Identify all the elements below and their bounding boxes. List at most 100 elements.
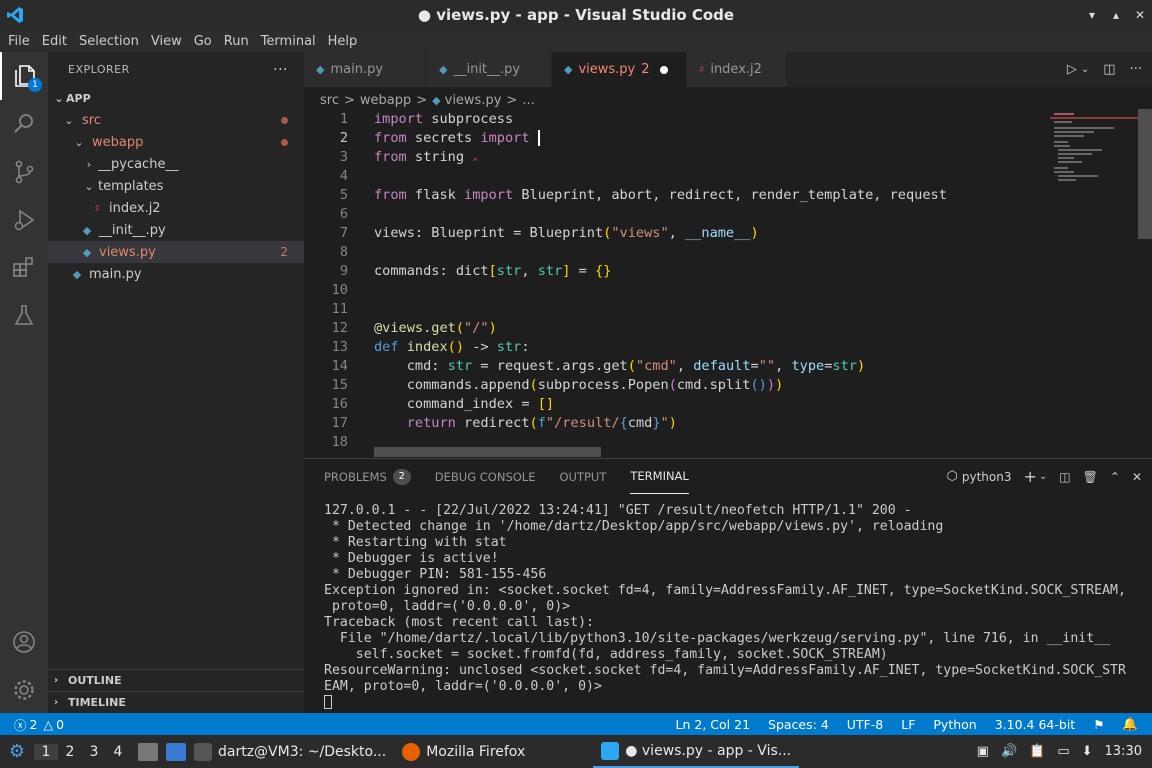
minimize-icon[interactable]: ▾: [1080, 8, 1104, 22]
tree-item-label: __pycache__: [98, 156, 179, 172]
breadcrumb-src[interactable]: src: [320, 93, 339, 108]
menu-view[interactable]: View: [145, 34, 188, 49]
feedback-icon[interactable]: ⚑: [1093, 717, 1104, 732]
maximize-panel-icon[interactable]: ⌃: [1110, 470, 1120, 484]
python-interpreter[interactable]: 3.10.4 64-bit: [995, 717, 1075, 732]
tree-item-init-py[interactable]: ◆ __init__.py: [48, 219, 304, 241]
tree-item-views-py[interactable]: ◆ views.py 2: [48, 241, 304, 263]
chevron-down-icon: ⌄: [74, 135, 84, 149]
outline-section[interactable]: › OUTLINE: [48, 669, 304, 691]
tree-item-label: templates: [98, 178, 164, 194]
breadcrumb-webapp[interactable]: webapp: [360, 93, 411, 108]
workspace-3[interactable]: 3: [82, 744, 106, 760]
terminal-name[interactable]: python3: [962, 470, 1012, 484]
close-window-icon[interactable]: ✕: [1128, 8, 1152, 22]
breadcrumb-file[interactable]: views.py: [445, 93, 502, 108]
tab-views-py[interactable]: ◆ views.py 2: [552, 52, 687, 87]
tab-debug-console[interactable]: DEBUG CONSOLE: [435, 459, 536, 494]
terminal-output[interactable]: 127.0.0.1 - - [22/Jul/2022 13:24:41] "GE…: [324, 503, 1144, 711]
trash-icon[interactable]: 🗑: [1083, 470, 1098, 484]
files-app-icon[interactable]: [138, 742, 158, 761]
menu-run[interactable]: Run: [218, 34, 255, 49]
tree-item-index-j2[interactable]: ♯ index.j2: [48, 197, 304, 219]
root-label: APP: [66, 91, 91, 105]
accounts-activity[interactable]: [0, 618, 48, 666]
notifications-icon[interactable]: 🔔: [1122, 716, 1138, 732]
search-activity[interactable]: [0, 100, 48, 148]
menu-help[interactable]: Help: [322, 34, 364, 49]
tray-app-icon[interactable]: ▣: [977, 744, 989, 759]
explorer-activity[interactable]: 1: [0, 52, 48, 100]
terminal-line: * Restarting with stat: [324, 535, 507, 550]
tab-problems[interactable]: PROBLEMS 2: [324, 459, 411, 494]
tree-item-webapp[interactable]: ⌄ webapp: [48, 131, 304, 153]
encoding[interactable]: UTF-8: [847, 717, 883, 732]
more-actions-icon[interactable]: ···: [273, 62, 288, 78]
tab-output[interactable]: OUTPUT: [559, 459, 606, 494]
desktop-icon[interactable]: [166, 742, 186, 761]
line-number: 12: [331, 319, 348, 336]
workspace-2[interactable]: 2: [58, 744, 82, 760]
terminal-line: 127.0.0.1 - - [22/Jul/2022 13:24:41] "GE…: [324, 503, 912, 518]
language-mode[interactable]: Python: [933, 717, 976, 732]
new-terminal-icon[interactable]: +: [1024, 467, 1037, 486]
menu-selection[interactable]: Selection: [73, 34, 145, 49]
source-control-icon: [15, 160, 34, 184]
split-terminal-icon[interactable]: ◫: [1059, 470, 1070, 484]
tab-index-j2[interactable]: ♯ index.j2: [687, 52, 787, 87]
chevron-down-icon: ⌄: [84, 179, 94, 193]
clipboard-icon[interactable]: 📋: [1029, 744, 1045, 759]
editor-area: ◆ main.py ◆ __init__.py ◆ views.py 2 ♯ i…: [304, 52, 1152, 457]
tab-init-py[interactable]: ◆ __init__.py: [427, 52, 552, 87]
menu-file[interactable]: File: [2, 34, 36, 49]
menu-terminal[interactable]: Terminal: [255, 34, 322, 49]
menu-edit[interactable]: Edit: [36, 34, 73, 49]
updates-icon[interactable]: ⬇: [1082, 744, 1093, 759]
workspace-4[interactable]: 4: [106, 744, 130, 760]
run-icon[interactable]: ▷: [1067, 62, 1077, 77]
chevron-down-icon[interactable]: ⌄: [1039, 471, 1047, 482]
source-control-activity[interactable]: [0, 148, 48, 196]
breadcrumb-symbol[interactable]: ...: [522, 93, 534, 108]
cursor-position[interactable]: Ln 2, Col 21: [676, 717, 751, 732]
manage-activity[interactable]: [0, 666, 48, 714]
indentation[interactable]: Spaces: 4: [768, 717, 829, 732]
line-ending[interactable]: LF: [901, 717, 915, 732]
chevron-down-icon[interactable]: ⌄: [1081, 64, 1089, 75]
run-debug-icon: [14, 209, 35, 231]
workspace-1[interactable]: 1: [34, 743, 58, 760]
more-actions-icon[interactable]: ···: [1130, 62, 1142, 77]
minimap-line: [1054, 127, 1114, 129]
tree-item-src[interactable]: ⌄ src: [48, 109, 304, 131]
close-panel-icon[interactable]: ✕: [1132, 470, 1142, 484]
volume-icon[interactable]: 🔊: [1001, 744, 1017, 759]
start-menu-icon[interactable]: ⚙: [0, 741, 34, 762]
warning-count[interactable]: 0: [56, 717, 64, 732]
clock[interactable]: 13:30: [1105, 744, 1142, 759]
display-icon[interactable]: ▭: [1057, 744, 1069, 759]
taskbar-terminal[interactable]: dartz@VM3: ~/Deskto...: [186, 735, 394, 768]
horizontal-scrollbar[interactable]: [374, 447, 601, 457]
tree-item-main-py[interactable]: ◆ main.py: [48, 263, 304, 285]
error-count[interactable]: 2: [30, 717, 38, 732]
extensions-activity[interactable]: [0, 244, 48, 292]
taskbar-firefox[interactable]: Mozilla Firefox: [394, 735, 533, 768]
unsaved-dot[interactable]: [659, 65, 668, 74]
split-editor-icon[interactable]: ◫: [1103, 62, 1115, 77]
run-debug-activity[interactable]: [0, 196, 48, 244]
problem-count: 2: [280, 245, 288, 259]
menu-go[interactable]: Go: [188, 34, 218, 49]
testing-activity[interactable]: [0, 292, 48, 340]
folder-root[interactable]: ⌄ APP: [48, 87, 304, 109]
minimap[interactable]: [1050, 109, 1138, 457]
tab-terminal[interactable]: TERMINAL: [630, 459, 689, 494]
timeline-section[interactable]: › TIMELINE: [48, 691, 304, 713]
tab-main-py[interactable]: ◆ main.py: [304, 52, 427, 87]
terminal-line: * Debugger PIN: 581-155-456: [324, 567, 547, 582]
restore-icon[interactable]: ▴: [1104, 8, 1128, 22]
tree-item-pycache[interactable]: › __pycache__: [48, 153, 304, 175]
tree-item-templates[interactable]: ⌄ templates: [48, 175, 304, 197]
tab-label: OUTPUT: [559, 469, 607, 484]
taskbar-vscode[interactable]: ● views.py - app - Vis...: [593, 735, 800, 768]
vertical-scrollbar[interactable]: [1138, 109, 1152, 239]
